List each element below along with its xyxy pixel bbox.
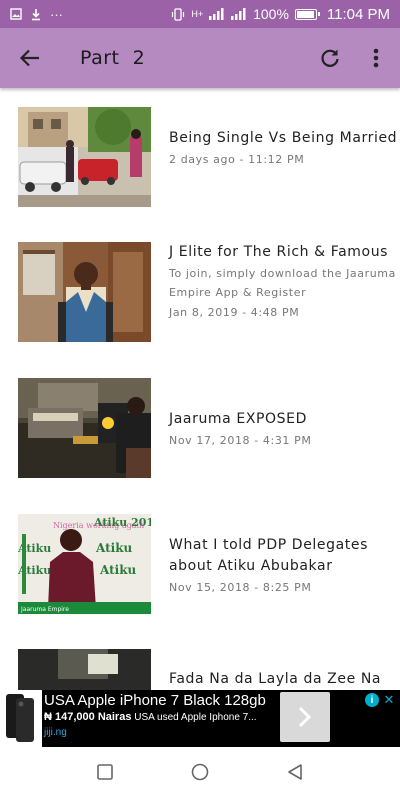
video-description: To join, simply download the Jaaruma Emp… (169, 267, 396, 299)
svg-text:Atiku: Atiku (95, 541, 133, 555)
circle-icon (191, 763, 209, 780)
video-thumbnail[interactable] (18, 649, 151, 690)
system-icons: H+ 100% 11:04 PM (171, 6, 390, 23)
image-notification-icon (10, 8, 22, 20)
thumbnail-image (18, 378, 151, 478)
thumbnail-image: Nigeria working again Atiku 2019 Atiku A… (18, 514, 151, 614)
video-thumbnail[interactable]: Nigeria working again Atiku 2019 Atiku A… (18, 514, 151, 614)
phone-image (0, 690, 42, 747)
video-item[interactable]: Being Single Vs Being Married 2 days ago… (18, 107, 397, 217)
video-item[interactable]: J Elite for The Rich & Famous To join, s… (18, 242, 395, 352)
video-title[interactable]: Being Single Vs Being Married (169, 128, 399, 149)
video-date: Nov 15, 2018 - 8:25 PM (169, 581, 312, 594)
ad-open-button[interactable] (280, 692, 330, 742)
video-list[interactable]: Being Single Vs Being Married 2 days ago… (0, 88, 400, 690)
video-title[interactable]: Fada Na da Layla da Zee Na (169, 669, 399, 690)
home-button[interactable] (191, 763, 209, 785)
signal-icon (209, 8, 224, 20)
video-thumbnail[interactable] (18, 378, 151, 478)
video-title[interactable]: What I told PDP Delegates about Atiku Ab… (169, 535, 399, 577)
thumbnail-image (18, 107, 151, 207)
network-type-label: H+ (191, 9, 204, 19)
video-date: Nov 17, 2018 - 4:31 PM (169, 434, 312, 447)
status-bar: ··· H+ 100% 11:04 PM (0, 0, 400, 28)
ad-headline[interactable]: USA Apple iPhone 7 Black 128gb (44, 692, 266, 709)
signal-icon-2 (231, 8, 246, 20)
more-notifications-icon: ··· (50, 6, 63, 22)
battery-icon (294, 8, 320, 20)
ad-details: ₦ 147,000 Nairas USA used Apple Iphone 7… (44, 711, 257, 723)
refresh-icon (321, 49, 339, 67)
back-button[interactable] (14, 42, 46, 74)
more-vert-icon (373, 48, 379, 68)
video-thumbnail[interactable] (18, 107, 151, 207)
thumbnail-image (18, 649, 151, 690)
nav-back-button[interactable] (287, 763, 303, 785)
arrow-back-icon (20, 49, 39, 67)
video-item[interactable]: Fada Na da Layla da Zee Na (18, 649, 390, 690)
download-notification-icon (32, 8, 40, 20)
svg-text:Atiku: Atiku (99, 563, 137, 577)
notification-icons: ··· (10, 7, 63, 22)
ad-price: ₦ 147,000 Nairas (44, 711, 132, 723)
overflow-menu-button[interactable] (360, 42, 392, 74)
ad-info-icon[interactable]: i (365, 693, 379, 707)
thumbnail-image (18, 242, 151, 342)
battery-percent: 100% (253, 6, 289, 22)
ad-banner[interactable]: USA Apple iPhone 7 Black 128gb ₦ 147,000… (0, 690, 400, 747)
video-date: Jan 8, 2019 - 4:48 PM (169, 306, 300, 319)
chevron-right-icon (298, 706, 312, 728)
app-bar: Part 2 (0, 28, 400, 88)
video-date: 2 days ago - 11:12 PM (169, 153, 305, 166)
navigation-bar (0, 747, 400, 800)
video-item[interactable]: Jaaruma EXPOSED Nov 17, 2018 - 4:31 PM (18, 378, 390, 488)
page-title: Part 2 (80, 47, 146, 69)
triangle-back-icon (288, 763, 302, 780)
ad-subtitle: USA used Apple Iphone 7... (134, 712, 257, 723)
video-title[interactable]: Jaaruma EXPOSED (169, 409, 399, 430)
ad-choices[interactable]: i ✕ (365, 692, 396, 707)
ad-product-image[interactable] (0, 690, 42, 747)
thumbnail-atiku-text: Atiku 2019 (93, 516, 151, 529)
video-title[interactable]: J Elite for The Rich & Famous (169, 242, 399, 263)
vibrate-icon (172, 7, 185, 21)
clock: 11:04 PM (326, 5, 390, 23)
square-icon (97, 763, 113, 780)
video-item[interactable]: Nigeria working again Atiku 2019 Atiku A… (18, 514, 390, 624)
ad-close-icon[interactable]: ✕ (382, 692, 396, 707)
recent-apps-button[interactable] (97, 763, 113, 784)
video-thumbnail[interactable] (18, 242, 151, 342)
thumbnail-caption-text: Jaaruma Empire (20, 606, 69, 613)
ad-domain[interactable]: jiji.ng (44, 727, 67, 738)
refresh-button[interactable] (314, 42, 346, 74)
